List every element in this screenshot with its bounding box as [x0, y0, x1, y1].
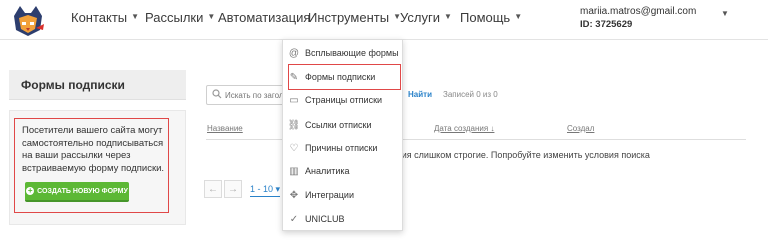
nav-help-label: Помощь	[460, 10, 511, 25]
records-count: Записей 0 из 0	[443, 90, 498, 99]
menu-item-uniclub[interactable]: ✓ UNICLUB	[283, 209, 402, 229]
chevron-down-icon[interactable]: ▼	[721, 9, 729, 18]
nav-automation[interactable]: Автоматизация	[218, 10, 310, 25]
menu-item-integrations[interactable]: ✥ Интеграции	[283, 185, 402, 205]
page-size-select[interactable]: 1 - 10 ▾	[250, 184, 280, 195]
chevron-down-icon: ▼	[514, 12, 523, 21]
nav-services[interactable]: Услуги ▼	[400, 10, 452, 25]
account-menu[interactable]: mariia.matros@gmail.com ID: 3725629	[580, 5, 696, 31]
menu-item-unsubscribe-links[interactable]: ⛓ Ссылки отписки	[283, 115, 402, 135]
check-icon: ✓	[289, 213, 299, 225]
annotation-highlight	[14, 118, 169, 213]
page-title: Формы подписки	[21, 78, 125, 92]
next-page-button[interactable]: →	[224, 180, 242, 198]
column-name[interactable]: Название	[207, 124, 243, 133]
menu-item-unsubscribe-reasons[interactable]: ♡ Причины отписки	[283, 138, 402, 158]
search-icon	[212, 89, 222, 99]
nav-contacts-label: Контакты	[71, 10, 128, 25]
menu-item-label: Причины отписки	[305, 143, 378, 153]
menu-item-label: Ссылки отписки	[305, 120, 372, 130]
nav-tools[interactable]: Инструменты ▼	[308, 10, 401, 25]
chevron-down-icon: ▼	[207, 12, 216, 21]
analytics-icon: ▥	[289, 165, 299, 177]
menu-item-label: Интеграции	[305, 190, 354, 200]
page-icon: ▭	[289, 94, 299, 106]
nav-tools-label: Инструменты	[308, 10, 390, 25]
nav-automation-label: Автоматизация	[218, 10, 311, 25]
menu-item-unsubscribe-pages[interactable]: ▭ Страницы отписки	[283, 90, 402, 110]
menu-item-label: Всплывающие формы	[305, 48, 399, 58]
nav-mailings[interactable]: Рассылки ▼	[145, 10, 215, 25]
arrow-left-icon: ←	[208, 183, 218, 195]
annotation-highlight	[288, 64, 401, 90]
account-id: ID: 3725629	[580, 19, 633, 30]
heart-icon: ♡	[289, 142, 299, 154]
arrow-right-icon: →	[228, 183, 238, 195]
link-icon: ⛓	[287, 119, 301, 131]
menu-item-label: Страницы отписки	[305, 95, 383, 105]
empty-results-message: вия слишком строгие. Попробуйте изменить…	[397, 150, 650, 160]
nav-contacts[interactable]: Контакты ▼	[71, 10, 139, 25]
page-size-underline	[250, 196, 280, 197]
sidebar-header: Формы подписки	[9, 70, 186, 100]
nav-help[interactable]: Помощь ▼	[460, 10, 522, 25]
integration-icon: ✥	[289, 189, 299, 201]
logo-icon[interactable]	[10, 2, 46, 38]
menu-item-label: UNICLUB	[305, 214, 345, 224]
chevron-down-icon: ▼	[443, 12, 452, 21]
nav-services-label: Услуги	[400, 10, 440, 25]
at-icon: @	[288, 47, 300, 59]
find-button[interactable]: Найти	[408, 90, 432, 99]
menu-item-analytics[interactable]: ▥ Аналитика	[283, 161, 402, 181]
column-created-date[interactable]: Дата создания ↓	[434, 124, 494, 133]
nav-mailings-label: Рассылки	[145, 10, 204, 25]
menu-item-popup-forms[interactable]: @ Всплывающие формы	[283, 43, 402, 63]
prev-page-button[interactable]: ←	[204, 180, 222, 198]
menu-item-label: Аналитика	[305, 166, 350, 176]
top-navigation: Контакты ▼ Рассылки ▼ Автоматизация Инст…	[0, 0, 768, 40]
chevron-down-icon: ▼	[131, 12, 140, 21]
account-email: mariia.matros@gmail.com	[580, 6, 697, 17]
column-created-by[interactable]: Создал	[567, 124, 594, 133]
